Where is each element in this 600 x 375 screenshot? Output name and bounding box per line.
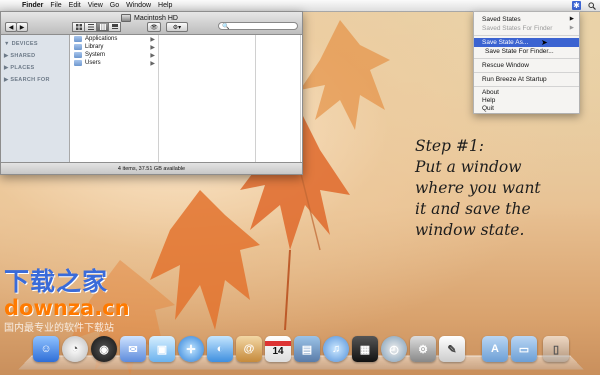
sidebar-section-places[interactable]: ▶ PLACES (4, 65, 69, 71)
menu-separator (474, 35, 579, 36)
trash-dock-icon[interactable]: ▯ (543, 336, 569, 362)
menu-go[interactable]: Go (110, 2, 126, 9)
watermark-title: 下载之家 (4, 267, 109, 296)
dashboard-gauge-dock-icon[interactable]: ◉ (91, 336, 117, 362)
menu-window[interactable]: Window (126, 2, 158, 9)
note-line: window state. (415, 221, 525, 239)
coverflow-view-button[interactable] (108, 22, 121, 32)
window-title: Macintosh HD (121, 14, 178, 22)
hard-disk-icon (121, 14, 131, 22)
search-icon: 🔍 (222, 23, 230, 30)
menu-view[interactable]: View (88, 2, 110, 9)
folder-icon (74, 44, 82, 50)
menu-item-saved-states[interactable]: Saved States ▶ (474, 15, 579, 24)
menu-finder[interactable]: Finder (22, 2, 50, 9)
photobooth-dock-icon[interactable]: ▦ (352, 336, 378, 362)
menu-item-save-state-as[interactable]: Save State As... (474, 38, 579, 47)
ical-dock-icon[interactable]: 14 (265, 336, 291, 362)
nav-buttons: ◀ ▶ (5, 22, 28, 32)
sidebar-section-devices[interactable]: ▼ DEVICES (4, 41, 69, 47)
search-field[interactable]: 🔍 (218, 22, 298, 30)
list-item[interactable]: System ▶ (70, 51, 158, 59)
menu-separator (474, 86, 579, 87)
forward-button[interactable]: ▶ (16, 22, 28, 32)
applications-folder-dock-icon[interactable]: A (482, 336, 508, 362)
calendar-day: 14 (272, 346, 284, 357)
dock: ☺ ◔ ◉ ✉ ▣ ✛ ◐ @ 14 ▤ ♫ ▦ ◴ ⚙ ✎ A ▭ ▯ (18, 334, 584, 370)
item-label: System (85, 52, 106, 58)
menu-item-about[interactable]: About (474, 89, 579, 97)
menu-item-run-at-startup[interactable]: Run Breeze At Startup (474, 75, 579, 84)
folder-icon (74, 36, 82, 42)
note-line: Put a window (415, 158, 522, 176)
note-line: Step #1: (415, 137, 484, 155)
address-book-dock-icon[interactable]: @ (236, 336, 262, 362)
menu-separator (474, 58, 579, 59)
safari-dock-icon[interactable]: ✛ (178, 336, 204, 362)
list-item[interactable]: Applications ▶ (70, 35, 158, 43)
finder-sidebar: ▼ DEVICES ▶ SHARED ▶ PLACES ▶ SEARCH FOR (1, 35, 70, 162)
folder-icon (74, 52, 82, 58)
photo-dock-icon[interactable]: ▣ (149, 336, 175, 362)
finder-toolbar[interactable]: Macintosh HD ◀ ▶ 👁 ⚙▾ 🔍 (1, 12, 302, 35)
menu-item-rescue-window[interactable]: Rescue Window (474, 61, 579, 70)
system-preferences-dock-icon[interactable]: ⚙ (410, 336, 436, 362)
watermark-tagline: 国内最专业的软件下载站 (4, 323, 114, 334)
menu-separator (474, 72, 579, 73)
list-item[interactable]: Library ▶ (70, 43, 158, 51)
folder-icon (74, 60, 82, 66)
item-label: Library (85, 44, 104, 50)
item-label: Applications (85, 36, 118, 42)
breeze-dropdown-menu: Saved States ▶ Saved States For Finder ▶ S… (473, 11, 580, 114)
window-title-text: Macintosh HD (134, 14, 178, 22)
menu-item-help[interactable]: Help (474, 97, 579, 105)
spotlight-icon[interactable] (587, 1, 596, 10)
note-line: it and save the (415, 200, 531, 218)
note-line: where you want (415, 179, 541, 197)
finder-column-3 (256, 35, 301, 162)
itunes-dock-icon[interactable]: ♫ (323, 336, 349, 362)
finder-window[interactable]: Macintosh HD ◀ ▶ 👁 ⚙▾ 🔍 ▼ DEVICES ▶ SHAR… (0, 11, 303, 175)
finder-dock-icon[interactable]: ☺ (33, 336, 59, 362)
document-dock-icon[interactable]: ✎ (439, 336, 465, 362)
documents-folder-dock-icon[interactable]: ▭ (511, 336, 537, 362)
submenu-arrow-icon: ▶ (569, 16, 574, 22)
finder-column-2 (159, 35, 256, 162)
breeze-menu-icon[interactable]: ✱ (572, 1, 581, 10)
sidebar-section-search-for[interactable]: ▶ SEARCH FOR (4, 77, 69, 83)
view-buttons (72, 22, 121, 32)
action-menu-button[interactable]: ⚙▾ (166, 22, 188, 32)
mouse-cursor-icon: ➤ (541, 38, 548, 47)
watermark: 下载之家 downza.cn 国内最专业的软件下载站 (4, 262, 130, 334)
menu-item-quit[interactable]: Quit (474, 105, 579, 113)
menu-extras: ✱ (572, 1, 596, 10)
menu-help[interactable]: Help (158, 2, 179, 9)
item-label: Users (85, 60, 101, 66)
menu-file[interactable]: File (50, 2, 68, 9)
list-item[interactable]: Users ▶ (70, 59, 158, 67)
quick-look-button[interactable]: 👁 (147, 22, 161, 32)
time-machine-dock-icon[interactable]: ◴ (381, 336, 407, 362)
sidebar-section-shared[interactable]: ▶ SHARED (4, 53, 69, 59)
submenu-arrow-icon: ▶ (569, 25, 574, 31)
dashboard-dock-icon[interactable]: ◔ (62, 336, 88, 362)
menu-item-save-state-for-finder[interactable]: Save State For Finder... (474, 47, 579, 56)
mail-dock-icon[interactable]: ✉ (120, 336, 146, 362)
menu-item-saved-states-for-finder[interactable]: Saved States For Finder ▶ (474, 24, 579, 33)
watermark-domain: downza.cn (4, 296, 130, 320)
finder-column-1: Applications ▶ Library ▶ System ▶ Users ▶ (70, 35, 159, 162)
ichat-dock-icon[interactable]: ◐ (207, 336, 233, 362)
status-bar: 4 items, 37.51 GB available (1, 162, 302, 174)
preview-dock-icon[interactable]: ▤ (294, 336, 320, 362)
menu-edit[interactable]: Edit (69, 2, 88, 9)
instruction-note: Step #1: Put a window where you want it … (415, 136, 600, 241)
